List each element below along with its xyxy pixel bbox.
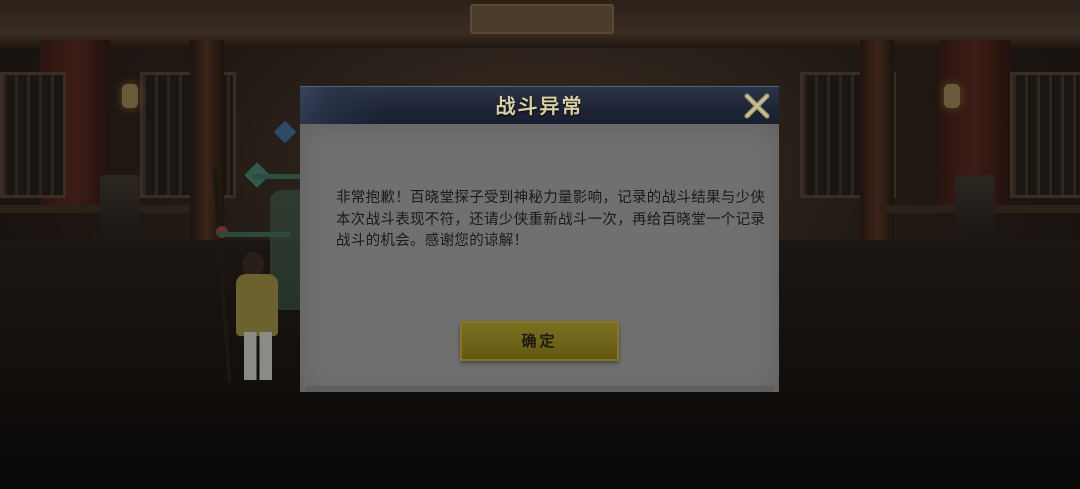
close-icon bbox=[744, 93, 770, 119]
hall-plaque bbox=[470, 4, 614, 34]
stone-lantern-pedestal bbox=[100, 175, 140, 237]
hero-character-sprite bbox=[212, 160, 312, 390]
railing bbox=[0, 205, 190, 213]
dialog-message: 非常抱歉！百晓堂探子受到神秘力量影响，记录的战斗结果与少侠本次战斗表现不符，还请… bbox=[336, 190, 766, 249]
stone-lantern-pedestal bbox=[955, 175, 995, 237]
close-button[interactable] bbox=[741, 90, 773, 122]
hero-robe bbox=[236, 274, 278, 336]
hero-legs bbox=[244, 332, 272, 380]
dialog-body: 非常抱歉！百晓堂探子受到神秘力量影响，记录的战斗结果与少侠本次战斗表现不符，还请… bbox=[300, 124, 779, 392]
spear bbox=[212, 168, 232, 383]
dialog-title: 战斗异常 bbox=[495, 94, 584, 118]
lantern-icon bbox=[122, 84, 138, 108]
lattice-window bbox=[1010, 72, 1080, 198]
dialog-header: 战斗异常 bbox=[300, 86, 779, 125]
hall-pillar bbox=[860, 40, 894, 250]
unit-marker-icon bbox=[273, 120, 297, 144]
confirm-button-label: 确定 bbox=[521, 332, 558, 350]
battle-error-dialog: 战斗异常 非常抱歉！百晓堂探子受到神秘力量影响，记录的战斗结果与少侠本次战斗表现… bbox=[300, 86, 779, 392]
lattice-window bbox=[0, 72, 66, 198]
lantern-icon bbox=[944, 84, 960, 108]
hero-health-bar bbox=[218, 232, 290, 237]
confirm-button[interactable]: 确定 bbox=[460, 321, 619, 361]
